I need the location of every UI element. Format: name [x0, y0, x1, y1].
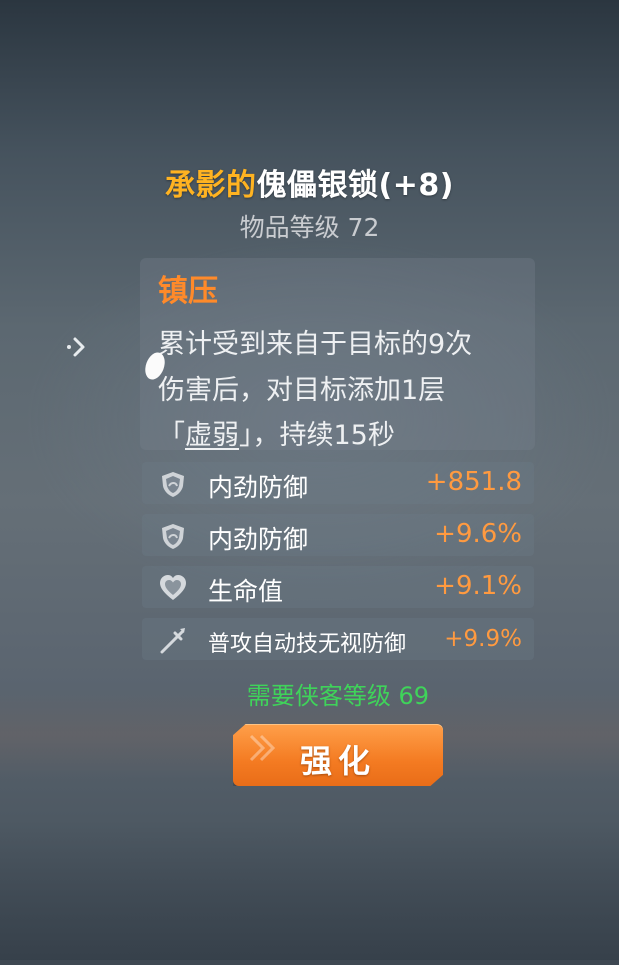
- stat-value: +9.1%: [434, 571, 522, 601]
- shield-icon: [162, 472, 184, 497]
- item-title-prefix: 承影的: [165, 168, 257, 203]
- item-title: 承影的傀儡银锁(+8): [0, 160, 619, 204]
- enhance-button[interactable]: 强化: [233, 724, 443, 786]
- stat-row: 内劲防御 +9.6%: [142, 514, 534, 556]
- level-requirement: 需要侠客等级 69: [246, 682, 430, 710]
- stat-row: 生命值 +9.1%: [142, 566, 534, 608]
- stat-name: 生命值: [208, 577, 284, 606]
- heart-icon: [160, 575, 186, 600]
- stat-name: 内劲防御: [208, 473, 309, 502]
- effect-description-line: 累计受到来自于目标的9次: [158, 329, 473, 360]
- item-title-name: 傀儡银锁(+8): [256, 168, 454, 203]
- stat-value: +9.9%: [444, 626, 522, 652]
- stat-name: 普攻自动技无视防御: [208, 632, 407, 657]
- effect-description-line: 「虚弱」，持续15秒: [158, 413, 395, 452]
- enhance-button-label: 强化: [299, 742, 376, 780]
- stat-row: 内劲防御 +851.8: [142, 462, 534, 504]
- keyword-link[interactable]: 虚弱: [185, 420, 239, 451]
- effect-line-rest: 」，持续15秒: [239, 420, 395, 451]
- stat-name: 内劲防御: [208, 525, 309, 554]
- effect-description-line: 伤害后，对目标添加1层: [158, 375, 446, 406]
- shield-icon: [162, 524, 184, 549]
- expand-arrow-icon[interactable]: [64, 334, 90, 365]
- item-level: 物品等级 72: [239, 213, 380, 242]
- stat-value: +851.8: [425, 467, 522, 497]
- stat-value: +9.6%: [434, 519, 522, 549]
- sword-icon: [160, 628, 185, 654]
- background-cloud-band: [0, 820, 619, 960]
- bracket-open: 「: [158, 420, 185, 451]
- effect-name: 镇压: [158, 274, 218, 309]
- stat-row: 普攻自动技无视防御 +9.9%: [142, 618, 534, 660]
